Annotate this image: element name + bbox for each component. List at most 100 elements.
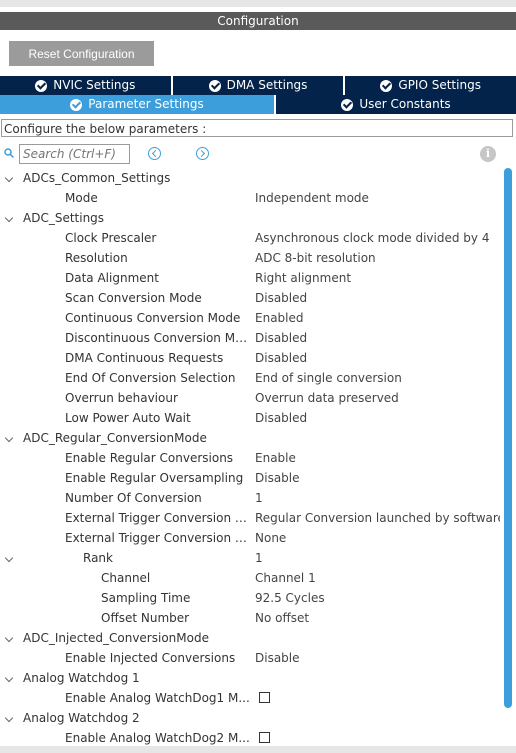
param-label: Enable Regular Oversampling	[65, 471, 244, 485]
param-value[interactable]: Disabled	[255, 408, 307, 428]
tab-nvic-settings[interactable]: NVIC Settings	[0, 76, 171, 95]
param-value[interactable]: Disable	[255, 468, 300, 488]
chevron-down-icon[interactable]	[4, 173, 14, 183]
info-icon[interactable]: i	[480, 146, 496, 162]
chevron-down-icon[interactable]	[4, 433, 14, 443]
tree-param-row[interactable]: Overrun behaviour Overrun data preserved	[0, 388, 500, 408]
panel-title: Configuration	[0, 12, 516, 30]
param-value[interactable]: Right alignment	[255, 268, 351, 288]
param-label: End Of Conversion Selection	[65, 371, 236, 385]
param-checkbox[interactable]	[259, 692, 270, 703]
tree-param-row[interactable]: DMA Continuous Requests Disabled	[0, 348, 500, 368]
param-label: Mode	[65, 191, 98, 205]
param-value[interactable]: None	[255, 528, 286, 548]
param-label: ADC_Injected_ConversionMode	[23, 631, 209, 645]
tree-param-row[interactable]: External Trigger Conversion E... None	[0, 528, 500, 548]
param-checkbox[interactable]	[259, 732, 270, 743]
prev-icon[interactable]	[148, 147, 161, 160]
tree-group-row[interactable]: ADC_Settings	[0, 208, 500, 228]
tab-gpio-settings[interactable]: GPIO Settings	[345, 76, 516, 95]
tree-param-row[interactable]: Enable Regular Oversampling Disable	[0, 468, 500, 488]
tree-param-row[interactable]: Enable Regular Conversions Enable	[0, 448, 500, 468]
tree-group-row[interactable]: ADCs_Common_Settings	[0, 168, 500, 188]
tab-label: DMA Settings	[226, 78, 308, 92]
tree-group-row[interactable]: ADC_Regular_ConversionMode	[0, 428, 500, 448]
tree-param-row[interactable]: Discontinuous Conversion Mode Disabled	[0, 328, 500, 348]
param-label: Enable Analog WatchDog2 M...	[65, 731, 250, 745]
param-value[interactable]: Regular Conversion launched by software	[255, 508, 500, 528]
tab-label: User Constants	[359, 97, 451, 111]
param-label: Resolution	[65, 251, 128, 265]
param-value[interactable]: No offset	[255, 608, 309, 628]
search-icon[interactable]	[4, 148, 14, 158]
tree-param-row[interactable]: Offset Number No offset	[0, 608, 500, 628]
tree-param-row[interactable]: Data Alignment Right alignment	[0, 268, 500, 288]
tree-group-row[interactable]: Rank 1	[0, 548, 500, 568]
search-input[interactable]	[19, 144, 130, 164]
tree-group-row[interactable]: Analog Watchdog 1	[0, 668, 500, 688]
param-value[interactable]: Asynchronous clock mode divided by 4	[255, 228, 489, 248]
param-label: Analog Watchdog 1	[23, 671, 140, 685]
vertical-scrollbar[interactable]	[504, 168, 512, 708]
param-value[interactable]: Enable	[255, 448, 296, 468]
param-value[interactable]: 92.5 Cycles	[255, 588, 325, 608]
param-value[interactable]: Disable	[255, 648, 300, 668]
chevron-down-icon[interactable]	[4, 673, 14, 683]
param-value[interactable]: Independent mode	[255, 188, 369, 208]
param-label: Rank	[83, 551, 113, 565]
tab-user-constants[interactable]: User Constants	[276, 95, 516, 114]
parameter-tree: ADCs_Common_Settings Mode Independent mode…	[0, 168, 500, 748]
toolbar: Reset Configuration	[0, 30, 516, 76]
param-value[interactable]: Disabled	[255, 288, 307, 308]
bottom-strip	[0, 746, 516, 753]
tree-param-row[interactable]: Mode Independent mode	[0, 188, 500, 208]
param-value[interactable]: End of single conversion	[255, 368, 402, 388]
param-label: ADC_Settings	[23, 211, 105, 225]
param-value[interactable]: Overrun data preserved	[255, 388, 399, 408]
param-label: Continuous Conversion Mode	[65, 311, 241, 325]
tree-param-row[interactable]: Number Of Conversion 1	[0, 488, 500, 508]
tree-param-row[interactable]: Continuous Conversion Mode Enabled	[0, 308, 500, 328]
param-label: Low Power Auto Wait	[65, 411, 191, 425]
tree-param-row[interactable]: External Trigger Conversion S... Regular …	[0, 508, 500, 528]
check-circle-icon	[341, 98, 354, 111]
tree-param-row[interactable]: Clock Prescaler Asynchronous clock mode d…	[0, 228, 500, 248]
param-value[interactable]: Disabled	[255, 328, 307, 348]
reset-configuration-button[interactable]: Reset Configuration	[9, 41, 154, 66]
param-label: Scan Conversion Mode	[65, 291, 202, 305]
tree-param-row[interactable]: Enable Injected Conversions Disable	[0, 648, 500, 668]
param-label: Channel	[101, 571, 151, 585]
param-label: Enable Regular Conversions	[65, 451, 234, 465]
tree-param-row[interactable]: Channel Channel 1	[0, 568, 500, 588]
param-label: ADCs_Common_Settings	[23, 171, 171, 185]
param-label: DMA Continuous Requests	[65, 351, 224, 365]
chevron-down-icon[interactable]	[4, 553, 14, 563]
param-value[interactable]: Channel 1	[255, 568, 316, 588]
tree-param-row[interactable]: Sampling Time 92.5 Cycles	[0, 588, 500, 608]
next-icon[interactable]	[196, 147, 209, 160]
param-value[interactable]: 1	[255, 548, 263, 568]
check-circle-icon	[380, 79, 393, 92]
param-value[interactable]: ADC 8-bit resolution	[255, 248, 376, 268]
param-value[interactable]: Enabled	[255, 308, 304, 328]
chevron-down-icon[interactable]	[4, 713, 14, 723]
tree-param-row[interactable]: Enable Analog WatchDog1 M...	[0, 688, 500, 708]
tree-group-row[interactable]: Analog Watchdog 2	[0, 708, 500, 728]
tab-row-2: Parameter Settings User Constants	[0, 95, 516, 114]
tree-param-row[interactable]: Enable Analog WatchDog2 M...	[0, 728, 500, 748]
chevron-down-icon[interactable]	[4, 213, 14, 223]
chevron-down-icon[interactable]	[4, 633, 14, 643]
tab-dma-settings[interactable]: DMA Settings	[172, 76, 344, 95]
tree-param-row[interactable]: Scan Conversion Mode Disabled	[0, 288, 500, 308]
tree-param-row[interactable]: Low Power Auto Wait Disabled	[0, 408, 500, 428]
tab-label: NVIC Settings	[53, 78, 136, 92]
param-value[interactable]: 1	[255, 488, 263, 508]
tree-param-row[interactable]: End Of Conversion Selection End of single…	[0, 368, 500, 388]
param-value[interactable]: Disabled	[255, 348, 307, 368]
tree-group-row[interactable]: ADC_Injected_ConversionMode	[0, 628, 500, 648]
check-circle-icon	[70, 98, 83, 111]
param-label: Clock Prescaler	[65, 231, 157, 245]
tree-param-row[interactable]: Resolution ADC 8-bit resolution	[0, 248, 500, 268]
check-circle-icon	[208, 79, 221, 92]
tab-parameter-settings[interactable]: Parameter Settings	[0, 95, 274, 114]
